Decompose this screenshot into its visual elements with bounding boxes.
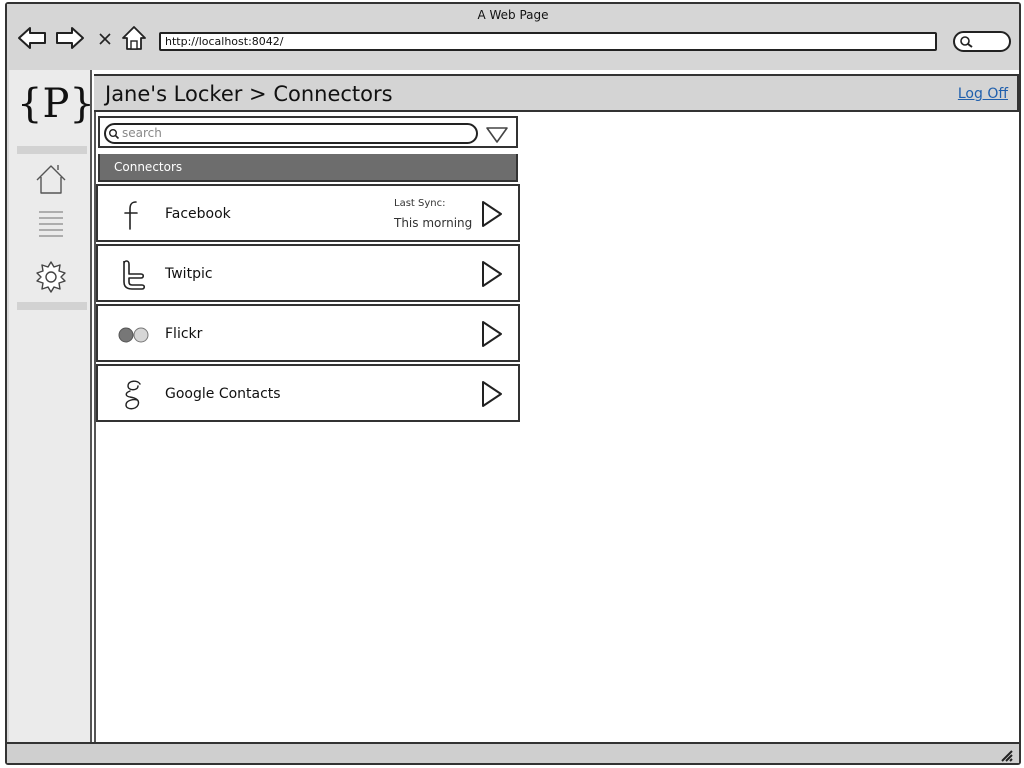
address-bar[interactable]: http://localhost:8042/ bbox=[159, 32, 937, 51]
logoff-link[interactable]: Log Off bbox=[958, 86, 1008, 102]
chevron-right-icon[interactable] bbox=[480, 379, 504, 413]
browser-search[interactable] bbox=[953, 31, 1011, 52]
last-sync-value: This morning bbox=[394, 216, 473, 230]
chevron-right-icon[interactable] bbox=[480, 319, 504, 353]
page-header: Jane's Locker > Connectors Log Off bbox=[94, 74, 1019, 112]
search-placeholder: search bbox=[122, 126, 162, 140]
connector-row[interactable]: Google Contacts bbox=[96, 364, 520, 422]
breadcrumb: Jane's Locker > Connectors bbox=[105, 82, 393, 106]
gear-icon[interactable] bbox=[31, 256, 71, 296]
connector-row[interactable]: Flickr bbox=[96, 304, 520, 362]
connector-row[interactable]: Twitpic bbox=[96, 244, 520, 302]
facebook-icon bbox=[116, 198, 152, 232]
search-row: search bbox=[98, 116, 518, 148]
main-content: search Connectors Facebook Last Sync: This… bbox=[94, 112, 1019, 742]
back-arrow-icon[interactable] bbox=[17, 24, 47, 52]
app-logo[interactable]: {P} bbox=[17, 76, 95, 134]
home-icon[interactable] bbox=[31, 160, 71, 200]
resize-grip-icon[interactable] bbox=[999, 747, 1015, 766]
connector-name: Flickr bbox=[165, 326, 203, 342]
browser-chrome: A Web Page http://localhost:8042/ bbox=[7, 4, 1019, 70]
connectors-section-header: Connectors bbox=[98, 154, 518, 182]
home-icon[interactable] bbox=[119, 24, 149, 52]
rail-divider bbox=[17, 146, 87, 154]
close-x-icon[interactable] bbox=[95, 24, 115, 52]
status-bar bbox=[7, 742, 1019, 763]
connector-name: Google Contacts bbox=[165, 386, 281, 402]
connector-name: Twitpic bbox=[165, 266, 213, 282]
list-icon[interactable] bbox=[31, 204, 71, 244]
search-icon bbox=[109, 129, 120, 140]
window-title: A Web Page bbox=[477, 8, 549, 22]
connector-row[interactable]: Facebook Last Sync: This morning bbox=[96, 184, 520, 242]
last-sync-label: Last Sync: bbox=[394, 198, 446, 209]
app-area: {P} Jane's Locker > Connectors Log Off s… bbox=[9, 70, 1019, 742]
forward-arrow-icon[interactable] bbox=[55, 24, 85, 52]
twitter-icon bbox=[116, 258, 152, 292]
google-icon bbox=[116, 378, 152, 412]
chevron-right-icon[interactable] bbox=[480, 259, 504, 293]
chevron-right-icon[interactable] bbox=[480, 199, 504, 233]
left-rail: {P} bbox=[9, 70, 95, 742]
connector-name: Facebook bbox=[165, 206, 231, 222]
search-icon bbox=[960, 36, 973, 48]
browser-window: A Web Page http://localhost:8042/ {P} Ja… bbox=[5, 2, 1021, 765]
filter-dropdown-icon[interactable] bbox=[485, 126, 509, 148]
flickr-icon bbox=[116, 318, 152, 352]
search-input[interactable]: search bbox=[104, 123, 478, 144]
rail-divider bbox=[17, 302, 87, 310]
